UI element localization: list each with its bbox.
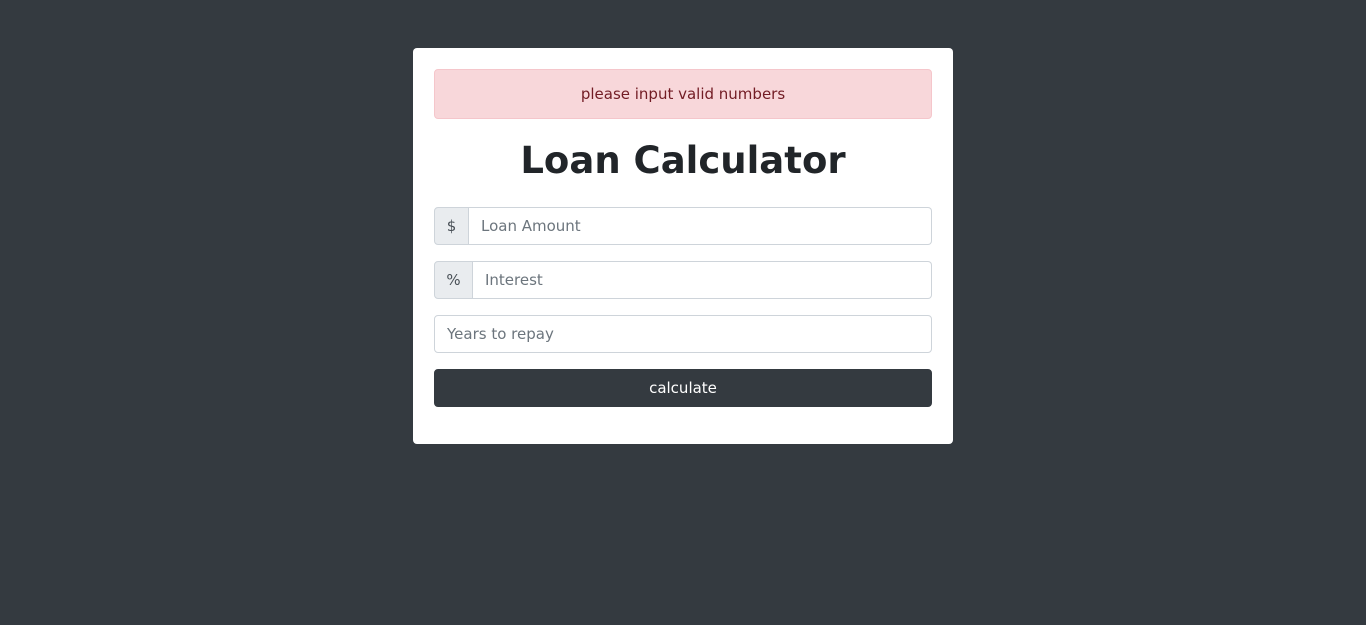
error-alert-message: please input valid numbers: [580, 85, 786, 103]
error-alert: please input valid numbers: [434, 69, 932, 119]
interest-group: %: [434, 261, 932, 299]
page-title: Loan Calculator: [520, 139, 846, 182]
loan-amount-group: $: [434, 207, 932, 245]
interest-input[interactable]: [473, 261, 932, 299]
calculate-button[interactable]: calculate: [434, 369, 932, 407]
loan-calculator-card: please input valid numbers Loan Calculat…: [413, 48, 953, 444]
loan-amount-input[interactable]: [469, 207, 932, 245]
percent-prefix: %: [434, 261, 473, 299]
dollar-prefix: $: [434, 207, 469, 245]
years-to-repay-input[interactable]: [434, 315, 932, 353]
